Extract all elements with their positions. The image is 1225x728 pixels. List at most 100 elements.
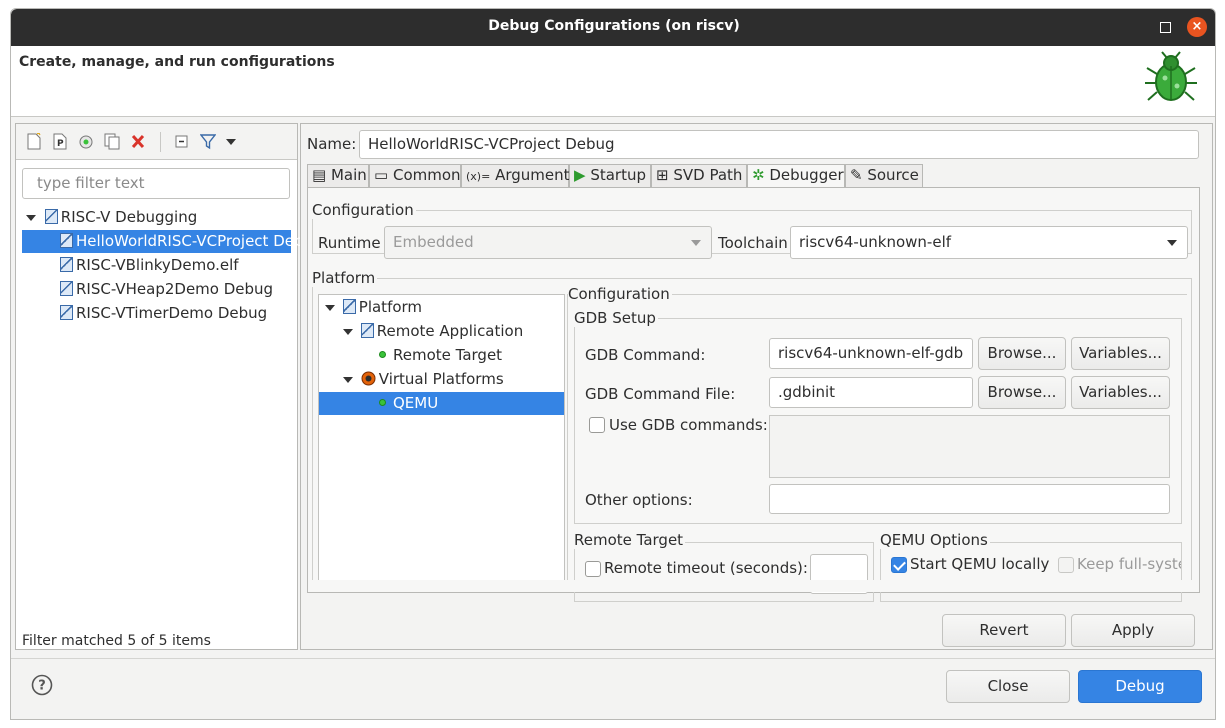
- filter-icon[interactable]: [200, 133, 216, 150]
- gdb-command-file-input[interactable]: .gdbinit: [769, 377, 973, 408]
- runtime-combo: Embedded: [384, 226, 712, 259]
- dialog-header: Create, manage, and run configurations: [11, 46, 1215, 117]
- browse-gdb-command-button[interactable]: Browse...: [978, 337, 1066, 370]
- delete-config-icon[interactable]: [130, 133, 146, 150]
- maximize-button[interactable]: [1155, 17, 1175, 37]
- tree-item-config[interactable]: RISC-VTimerDemo Debug: [60, 302, 267, 325]
- status-dot-icon: [379, 351, 386, 358]
- arguments-tab-icon: (x)=: [466, 170, 491, 183]
- help-icon[interactable]: ?: [31, 674, 53, 696]
- tab-source[interactable]: ✎ Source: [845, 164, 923, 187]
- expand-chevron-down-icon[interactable]: [26, 214, 36, 221]
- svg-text:?: ?: [38, 679, 46, 694]
- config-name-input[interactable]: HelloWorldRISC-VCProject Debug: [359, 130, 1199, 159]
- configuration-group-label: Configuration: [312, 201, 416, 219]
- gdb-command-variables-button[interactable]: Variables...: [1071, 337, 1170, 370]
- debug-button[interactable]: Debug: [1078, 670, 1202, 703]
- bug-icon: [1145, 51, 1197, 101]
- start-qemu-locally-checkbox[interactable]: [891, 557, 907, 573]
- expand-chevron-down-icon[interactable]: [325, 304, 335, 311]
- tree-item-riscv-debugging[interactable]: RISC-V Debugging: [26, 206, 197, 229]
- tab-svd-path[interactable]: ⊞ SVD Path: [651, 164, 747, 187]
- remote-timeout-label: Remote timeout (seconds):: [604, 559, 808, 577]
- tree-item-label: RISC-V Debugging: [60, 208, 198, 226]
- launch-config-icon: [60, 257, 73, 272]
- runtime-label: Runtime: [318, 234, 381, 252]
- tab-label: Debugger: [769, 166, 844, 184]
- platform-tree: Platform Remote Application Remote Targe…: [318, 294, 565, 582]
- toolchain-value: riscv64-unknown-elf: [799, 233, 952, 251]
- tree-item-selected-config[interactable]: HelloWorldRISC-VCProject Debug: [22, 230, 323, 253]
- close-button[interactable]: Close: [946, 670, 1070, 703]
- scroll-clip: [308, 580, 1199, 592]
- tab-label: SVD Path: [673, 166, 743, 184]
- tree-item-label: RISC-VHeap2Demo Debug: [76, 280, 274, 298]
- filter-input[interactable]: type filter text: [22, 168, 290, 199]
- tree-item-config[interactable]: RISC-VBlinkyDemo.elf: [60, 254, 239, 277]
- svg-text:P: P: [57, 139, 64, 149]
- launch-config-icon: [60, 305, 73, 320]
- tree-item-config[interactable]: RISC-VHeap2Demo Debug: [60, 278, 273, 301]
- platform-tree-virtual-platforms[interactable]: Virtual Platforms: [343, 368, 504, 391]
- status-dot-icon: [379, 399, 386, 406]
- gdb-commands-textarea[interactable]: [769, 415, 1170, 478]
- tree-item-label: RISC-VBlinkyDemo.elf: [76, 256, 239, 274]
- gdb-command-file-variables-button[interactable]: Variables...: [1071, 376, 1170, 409]
- remote-timeout-checkbox[interactable]: [585, 561, 601, 577]
- name-label: Name:: [307, 135, 357, 153]
- virtual-platform-icon: [361, 371, 376, 386]
- launch-config-icon: [60, 281, 73, 296]
- tree-item-label: Remote Application: [376, 322, 524, 340]
- tab-startup[interactable]: ▶ Startup: [569, 164, 651, 187]
- tab-main[interactable]: ▤ Main: [307, 164, 369, 187]
- launch-config-toolbar: P: [16, 124, 297, 160]
- main-tab-icon: ▤: [312, 166, 327, 184]
- common-tab-icon: ▭: [374, 166, 389, 184]
- tab-debugger[interactable]: ✲ Debugger: [747, 164, 845, 187]
- filter-menu-chevron-down-icon[interactable]: [226, 139, 236, 145]
- new-prototype-icon[interactable]: P: [52, 133, 68, 150]
- dialog-title: Create, manage, and run configurations: [19, 54, 335, 70]
- chevron-down-icon: [1167, 240, 1177, 246]
- platform-icon: [342, 299, 356, 314]
- duplicate-config-icon[interactable]: [104, 133, 120, 150]
- platform-tree-remote-application[interactable]: Remote Application: [343, 320, 523, 343]
- collapse-all-icon[interactable]: [174, 133, 190, 150]
- start-qemu-locally-label: Start QEMU locally: [910, 555, 1050, 573]
- window-title: Debug Configurations (on riscv): [488, 18, 740, 34]
- gdb-command-input[interactable]: riscv64-unknown-elf-gdb: [769, 338, 973, 369]
- export-config-icon[interactable]: [78, 133, 94, 150]
- revert-button[interactable]: Revert: [942, 614, 1066, 647]
- toolchain-label: Toolchain: [718, 234, 788, 252]
- other-options-input[interactable]: [769, 484, 1170, 514]
- config-tabs: ▤ Main ▭ Common (x)= Arguments ▶ Startup…: [307, 164, 1200, 187]
- footer-divider: [11, 658, 1215, 659]
- expand-chevron-down-icon[interactable]: [343, 376, 353, 383]
- use-gdb-commands-checkbox[interactable]: [589, 417, 605, 433]
- browse-gdb-command-file-button[interactable]: Browse...: [978, 376, 1066, 409]
- platform-tree-root[interactable]: Platform: [325, 296, 422, 319]
- new-config-icon[interactable]: [26, 133, 42, 150]
- toolbar-separator: [160, 132, 161, 152]
- toolchain-combo[interactable]: riscv64-unknown-elf: [790, 226, 1188, 259]
- apply-button[interactable]: Apply: [1071, 614, 1195, 647]
- platform-tree-remote-target[interactable]: Remote Target: [379, 344, 502, 367]
- tab-arguments[interactable]: (x)= Arguments: [461, 164, 577, 187]
- tab-label: Arguments: [495, 166, 578, 184]
- close-window-button[interactable]: ×: [1187, 17, 1207, 37]
- keep-full-system-checkbox: [1058, 557, 1074, 573]
- expand-chevron-down-icon[interactable]: [343, 328, 353, 335]
- configurations-list-pane: P type filter text RISC-V Debugging Hell…: [15, 123, 323, 650]
- startup-play-icon: ▶: [574, 166, 586, 184]
- config-editor-pane: Name: HelloWorldRISC-VCProject Debug ▤ M…: [300, 123, 1213, 650]
- use-gdb-commands-label: Use GDB commands:: [609, 416, 768, 434]
- svd-tree-icon: ⊞: [656, 166, 669, 184]
- remote-target-group-label: Remote Target: [574, 531, 686, 549]
- qemu-options-label: QEMU Options: [880, 531, 990, 549]
- platform-tree-qemu[interactable]: QEMU: [319, 392, 564, 415]
- filter-status: Filter matched 5 of 5 items: [22, 633, 211, 649]
- gdb-setup-label: GDB Setup: [574, 309, 658, 327]
- title-bar: Debug Configurations (on riscv) ×: [11, 9, 1215, 46]
- runtime-value: Embedded: [393, 233, 474, 251]
- tab-common[interactable]: ▭ Common: [369, 164, 461, 187]
